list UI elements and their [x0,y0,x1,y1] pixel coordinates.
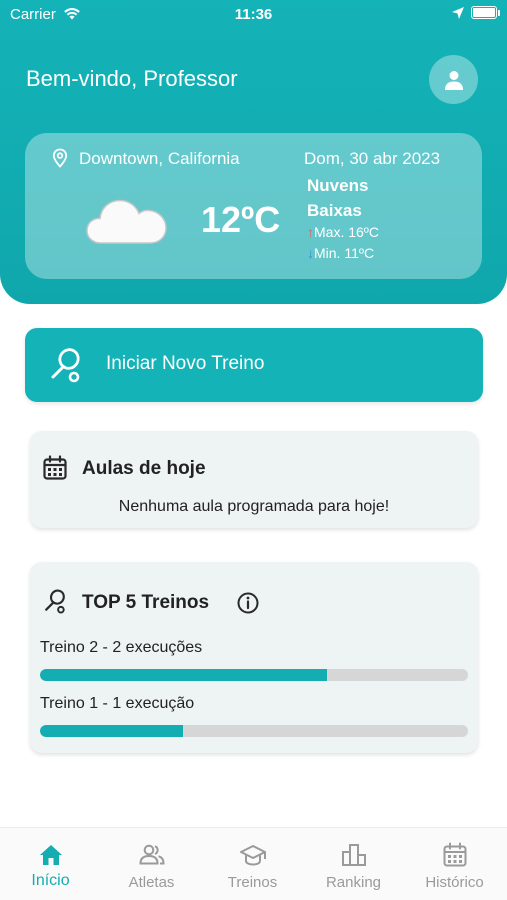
home-icon [36,840,66,870]
nav-item-ranking[interactable]: Ranking [303,828,404,900]
location-arrow-icon [452,7,464,19]
weather-date: Dom, 30 abr 2023 [304,149,441,168]
status-bar: Carrier 11:36 [0,0,507,28]
weather-location: Downtown, California [79,149,240,168]
battery-tip [498,10,500,16]
header: Carrier 11:36 Bem-vindo, Professor Downt… [0,0,507,304]
training-progress-track [40,725,468,737]
classes-today-card: Aulas de hoje Nenhuma aula programada pa… [30,431,478,528]
start-new-training-label: Iniciar Novo Treino [106,353,265,374]
nav-label: Histórico [425,874,484,891]
training-progress-track [40,669,468,681]
weather-card: Downtown, California Dom, 30 abr 2023 12… [25,133,482,279]
calendar-icon [43,455,67,480]
training-row-label: Treino 2 - 2 execuções [40,639,203,656]
racket-icon [45,589,65,614]
bottom-nav: Início Atletas Treinos Ranking Histórico [0,827,507,900]
nav-label: Ranking [325,874,382,891]
nav-item-treinos[interactable]: Treinos [202,828,303,900]
classes-today-title: Aulas de hoje [82,458,206,479]
racket-icon [51,348,80,383]
weather-temperature: 12ºC [201,199,281,240]
podium-icon [339,840,369,870]
clock: 11:36 [234,6,273,23]
user-icon [444,70,463,90]
welcome-title: Bem-vindo, Professor [26,66,238,91]
top-trainings-card: TOP 5 Treinos Treino 2 - 2 execuções Tre… [30,562,478,753]
people-icon [137,840,167,870]
profile-button[interactable] [429,55,478,104]
top-trainings-title: TOP 5 Treinos [82,592,210,613]
weather-min-label: Min. 11ºC [314,245,375,261]
arrow-down-icon: ↓ [307,245,314,261]
nav-label: Início [31,872,70,889]
weather-condition-line1: Nuvens [307,176,369,195]
nav-item-atletas[interactable]: Atletas [101,828,202,900]
start-new-training-button[interactable]: Iniciar Novo Treino [25,328,483,402]
nav-item-inicio[interactable]: Início [0,828,101,900]
weather-max-label: Max. 16ºC [314,224,380,240]
cloud-icon [86,199,167,244]
graduation-cap-icon [238,840,268,870]
nav-item-historico[interactable]: Histórico [404,828,505,900]
calendar-icon [440,840,470,870]
home-screen: Carrier 11:36 Bem-vindo, Professor Downt… [0,0,507,900]
location-pin-icon [52,148,68,168]
classes-empty-message: Nenhuma aula programada para hoje! [118,498,390,515]
weather-min: ↓Min. 11ºC [307,245,374,261]
weather-condition-line2: Baixas [307,201,362,220]
weather-max: ↑Max. 16ºC [307,224,379,240]
training-progress-fill [40,669,327,681]
nav-label: Treinos [227,874,278,891]
nav-label: Atletas [128,874,175,891]
arrow-up-icon: ↑ [307,224,314,240]
battery-icon [471,6,497,19]
training-progress-fill [40,725,184,737]
training-row-label: Treino 1 - 1 execução [40,695,195,712]
info-icon[interactable] [236,591,260,615]
